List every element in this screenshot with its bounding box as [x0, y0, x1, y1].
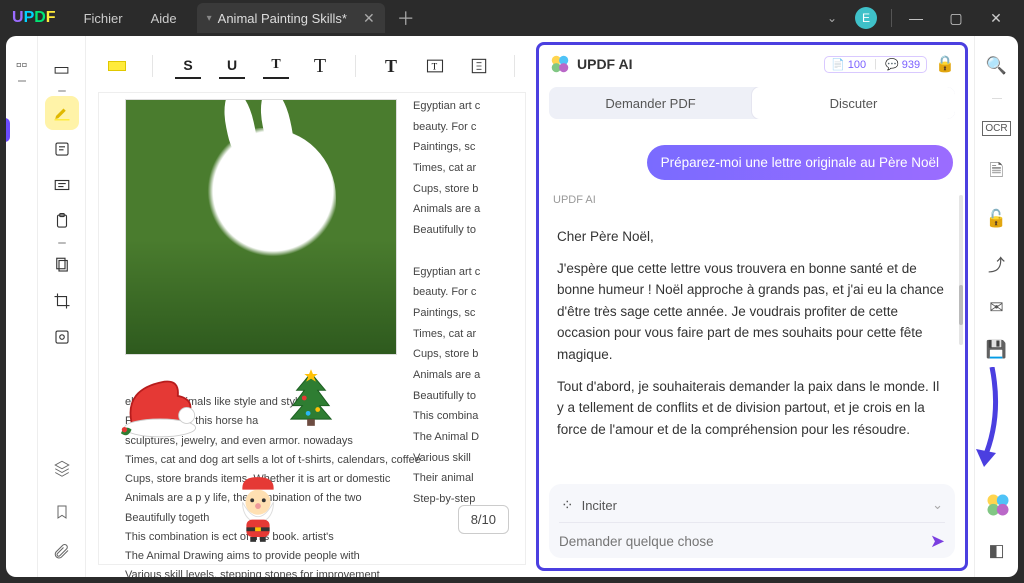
comment-tool[interactable]: ▭ [45, 52, 79, 86]
protect-icon[interactable]: 🔓 [986, 209, 1007, 229]
ai-tabs: Demander PDF Discuter [549, 87, 955, 119]
user-message-bubble: Préparez-moi une lettre originale au Pèr… [647, 145, 953, 180]
redact-icon [53, 328, 71, 346]
new-tab-button[interactable]: ＋ [397, 5, 415, 31]
chat-input[interactable] [559, 534, 930, 549]
chevron-down-icon: ⌄ [932, 497, 943, 513]
crop-icon [53, 292, 71, 310]
clipboard-icon [53, 212, 71, 230]
ai-reply-bubble: Cher Père Noël, J'espère que cette lettr… [551, 212, 953, 460]
prompt-suggestions-button[interactable]: ⁘ Inciter ⌄ [559, 492, 945, 523]
page-view-icon[interactable]: ▫▫ [12, 56, 32, 76]
thumbnail-rail: ▫▫ [6, 36, 38, 577]
panel-toggle-icon[interactable]: ◧ [988, 541, 1004, 561]
rail-divider [18, 80, 26, 82]
ai-float-button[interactable] [984, 491, 1012, 519]
titlebar: UPDF Fichier Aide ▾ Animal Painting Skil… [0, 0, 1024, 36]
santa-sticker[interactable] [229, 473, 287, 543]
inciter-label: Inciter [582, 498, 617, 513]
convert-icon[interactable]: 🗎 [990, 158, 1004, 187]
search-icon[interactable]: 🔍 [986, 56, 1007, 76]
bookmark-icon [54, 503, 70, 521]
minimize-button[interactable]: — [896, 0, 936, 36]
tab-caret-icon: ▾ [207, 13, 212, 24]
tab-title: Animal Painting Skills* [218, 11, 347, 26]
santa-hat-sticker[interactable] [115, 371, 205, 451]
document-page: Egyptian art cbeauty. For cPaintings, sc… [98, 92, 526, 565]
highlighter-tool[interactable] [45, 96, 79, 130]
page-counter: 8/10 [458, 505, 509, 534]
send-button[interactable]: ➤ [930, 531, 945, 552]
chat-scrollbar[interactable] [959, 195, 963, 345]
maximize-button[interactable]: ▢ [936, 0, 976, 36]
ai-credits-badge[interactable]: 📄 100 | 💬 939 [824, 56, 927, 73]
pages-icon [53, 256, 71, 274]
menu-file[interactable]: Fichier [70, 11, 137, 26]
rabbit-image [125, 99, 397, 355]
pointer-arrow [966, 367, 1006, 477]
close-window-button[interactable]: ✕ [976, 0, 1016, 36]
updf-ai-logo-icon [549, 53, 571, 75]
ai-chat-panel: UPDF AI 📄 100 | 💬 939 🔒 Demander PDF Dis… [536, 42, 968, 571]
layers-icon [53, 459, 71, 477]
rail-sep2 [58, 242, 66, 244]
tab-chat[interactable]: Discuter [752, 87, 955, 119]
share-icon[interactable]: ⤴ [988, 251, 1005, 276]
lock-icon[interactable]: 🔒 [935, 54, 955, 74]
bookmark-button[interactable] [45, 495, 79, 529]
redact-tool[interactable] [45, 320, 79, 354]
layers-button[interactable] [45, 451, 79, 485]
textbox-tool[interactable] [45, 168, 79, 202]
clipboard-tool[interactable] [45, 204, 79, 238]
panel-handle[interactable] [6, 118, 10, 142]
rail-sep [58, 90, 66, 92]
tab-ask-pdf[interactable]: Demander PDF [549, 87, 752, 119]
app-logo: UPDF [12, 9, 56, 27]
attachment-button[interactable] [45, 535, 79, 569]
ai-sender-label: UPDF AI [553, 194, 951, 206]
ai-reply-body1: J'espère que cette lettre vous trouvera … [557, 258, 947, 366]
crop-tool[interactable] [45, 284, 79, 318]
right-rail: 🔍 OCR 🗎 🔓 ⤴ ✉ 💾 ◧ [974, 36, 1018, 577]
tool-rail: ▭ [38, 36, 86, 577]
chat-credits: 💬 939 [885, 58, 920, 71]
document-tab[interactable]: ▾ Animal Painting Skills* ✕ [197, 3, 385, 33]
dots-icon: ⁘ [561, 496, 574, 514]
save-icon[interactable]: 💾 [986, 340, 1007, 360]
textbox-icon [53, 176, 71, 194]
note-tool[interactable] [45, 132, 79, 166]
pages-tool[interactable] [45, 248, 79, 282]
avatar[interactable]: E [855, 7, 877, 29]
ai-reply-body2: Tout d'abord, je souhaiterais demander l… [557, 376, 947, 441]
ai-panel-title: UPDF AI [577, 56, 632, 72]
ai-reply-greeting: Cher Père Noël, [557, 226, 947, 248]
highlighter-icon [53, 104, 71, 122]
menu-help[interactable]: Aide [137, 11, 191, 26]
toolbar-caret-icon[interactable]: ⌄ [827, 11, 837, 25]
christmas-tree-sticker[interactable] [287, 369, 335, 427]
chat-input-container: ⁘ Inciter ⌄ ➤ [549, 484, 955, 558]
file-credits: 📄 100 [831, 58, 866, 71]
divider [891, 9, 892, 27]
ocr-icon[interactable]: OCR [982, 121, 1010, 136]
paperclip-icon [53, 543, 71, 561]
note-icon [53, 140, 71, 158]
chat-scroll-area[interactable]: Préparez-moi une lettre originale au Pèr… [539, 127, 965, 478]
document-pane[interactable]: Egyptian art cbeauty. For cPaintings, sc… [86, 36, 534, 577]
email-icon[interactable]: ✉ [989, 298, 1003, 318]
tab-close-icon[interactable]: ✕ [363, 10, 375, 27]
ai-panel-header: UPDF AI 📄 100 | 💬 939 🔒 [539, 45, 965, 83]
workspace: ▫▫ ▭ [6, 36, 1018, 577]
